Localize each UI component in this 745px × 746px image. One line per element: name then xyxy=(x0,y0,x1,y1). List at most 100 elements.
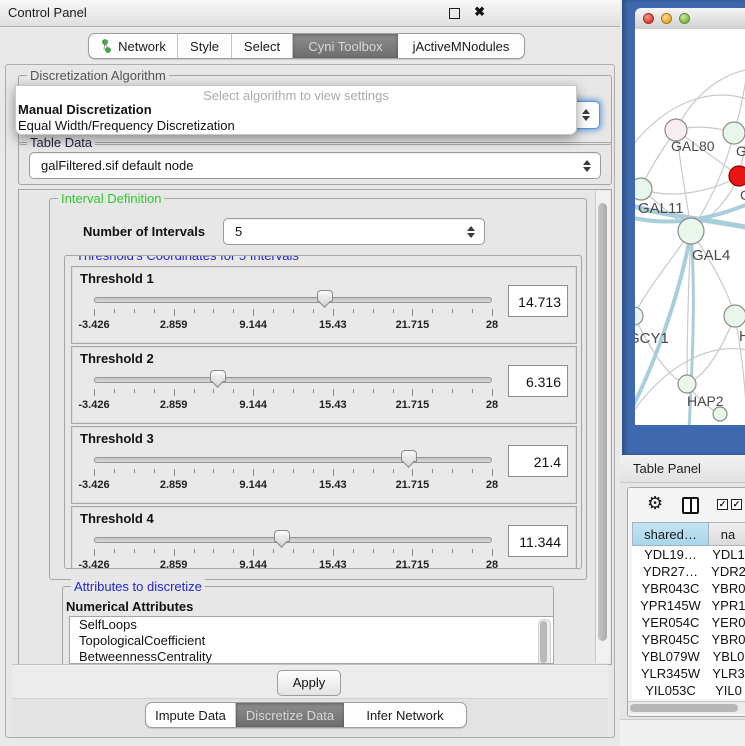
slider-track[interactable] xyxy=(94,297,492,303)
table-row[interactable]: YLR345WYLR3 xyxy=(632,665,745,682)
threshold-value-field[interactable]: 6.316 xyxy=(508,365,568,397)
threshold-value-field[interactable]: 21.4 xyxy=(508,445,568,477)
combo-arrows-icon xyxy=(582,160,591,172)
bottom-tab-infer-network[interactable]: Infer Network xyxy=(344,703,466,727)
slider-track[interactable] xyxy=(94,537,492,543)
table-cell-shared-name[interactable]: YPR145W xyxy=(632,597,709,614)
dropdown-placeholder-option[interactable]: Select algorithm to view settings xyxy=(16,86,576,102)
table-row[interactable]: YBR043CYBR0 xyxy=(632,580,745,597)
attributes-list-scrollbar[interactable] xyxy=(538,619,551,664)
tab-cyni-toolbox[interactable]: Cyni Toolbox xyxy=(293,34,398,58)
close-traffic-light-icon[interactable] xyxy=(643,13,654,24)
threshold-slider[interactable]: -3.4262.8599.14415.4321.71528 xyxy=(94,453,492,499)
dropdown-option-equal-width-frequency[interactable]: Equal Width/Frequency Discretization xyxy=(16,118,576,134)
slider-tick-label: 9.144 xyxy=(239,559,267,569)
network-node-hap2[interactable] xyxy=(678,375,696,393)
table-cell-name[interactable]: YLR3 xyxy=(709,665,745,682)
threshold-value-field[interactable]: 11.344 xyxy=(508,525,568,557)
table-cell-name[interactable]: YBL0 xyxy=(709,648,745,665)
network-node[interactable] xyxy=(713,407,727,421)
threshold-slider[interactable]: -3.4262.8599.14415.4321.71528 xyxy=(94,533,492,569)
table-cell-name[interactable]: YIL0 xyxy=(709,682,745,699)
network-node-gcy1[interactable] xyxy=(635,307,643,325)
table-horizontal-scrollbar[interactable] xyxy=(628,701,745,714)
network-node-gal11[interactable] xyxy=(635,178,652,200)
table-cell-shared-name[interactable]: YBL079W xyxy=(632,648,709,665)
table-row[interactable]: YPR145WYPR1 xyxy=(632,597,745,614)
zoom-traffic-light-icon[interactable] xyxy=(679,13,690,24)
table-cell-shared-name[interactable]: YLR345W xyxy=(632,665,709,682)
table-row[interactable]: YIL053CYIL0 xyxy=(632,682,745,699)
slider-thumb[interactable] xyxy=(274,530,290,542)
network-node-label: GAL11 xyxy=(638,200,684,217)
bottom-tab-impute-data[interactable]: Impute Data xyxy=(146,703,236,727)
network-canvas[interactable]: GAL80GACGAL11GAL4GCY1HHAP2 xyxy=(635,29,745,425)
attributes-group-title: Attributes to discretize xyxy=(71,579,205,594)
attribute-list-item[interactable]: SelfLoops xyxy=(70,617,553,633)
network-node-h[interactable] xyxy=(724,305,745,327)
table-row[interactable]: YBR045CYBR0 xyxy=(632,631,745,648)
checkbox-icon[interactable]: ✓ xyxy=(731,499,742,510)
table-cell-shared-name[interactable]: YER054C xyxy=(632,614,709,631)
minimize-traffic-light-icon[interactable] xyxy=(661,13,672,24)
network-node-gal4[interactable] xyxy=(678,218,704,244)
network-edge[interactable] xyxy=(676,69,745,130)
threshold-label: Threshold 3 xyxy=(80,431,154,446)
attribute-list-item[interactable]: TopologicalCoefficient xyxy=(70,633,553,649)
table-data-combobox[interactable]: galFiltered.sif default node xyxy=(29,152,601,179)
network-node-ga[interactable] xyxy=(723,122,745,144)
network-edge[interactable] xyxy=(641,176,739,194)
column-header-name[interactable]: na xyxy=(709,522,745,546)
table-cell-name[interactable]: YDR2 xyxy=(709,563,745,580)
attribute-list-item[interactable]: BetweennessCentrality xyxy=(70,649,553,664)
threshold-slider[interactable]: -3.4262.8599.14415.4321.71528 xyxy=(94,373,492,419)
tab-jactivemnodules[interactable]: jActiveMNodules xyxy=(398,34,524,58)
table-cell-name[interactable]: YBR0 xyxy=(709,580,745,597)
slider-thumb[interactable] xyxy=(401,450,417,462)
table-row[interactable]: YER054CYER0 xyxy=(632,614,745,631)
slider-track[interactable] xyxy=(94,377,492,383)
network-edge[interactable] xyxy=(635,316,687,384)
network-node-c[interactable] xyxy=(729,166,745,186)
numerical-attributes-label: Numerical Attributes xyxy=(66,599,193,614)
numerical-attributes-list[interactable]: SelfLoopsTopologicalCoefficientBetweenne… xyxy=(69,616,554,664)
bottom-tab-discretize-data[interactable]: Discretize Data xyxy=(236,703,344,727)
table-cell-shared-name[interactable]: YDL19… xyxy=(632,546,709,563)
slider-thumb[interactable] xyxy=(210,370,226,382)
slider-tick xyxy=(213,309,214,313)
table-cell-shared-name[interactable]: YBR045C xyxy=(632,631,709,648)
network-window-titlebar[interactable] xyxy=(635,8,745,30)
network-edge[interactable] xyxy=(691,231,735,316)
gear-icon[interactable]: ⚙ xyxy=(647,494,663,512)
table-cell-shared-name[interactable]: YBR043C xyxy=(632,580,709,597)
table-cell-shared-name[interactable]: YDR27… xyxy=(632,563,709,580)
tab-select[interactable]: Select xyxy=(232,34,293,58)
settings-vertical-scrollbar[interactable] xyxy=(595,191,610,663)
dropdown-option-manual-discretization[interactable]: Manual Discretization xyxy=(16,102,576,118)
table-row[interactable]: YDL19…YDL1 xyxy=(632,546,745,563)
float-window-icon[interactable] xyxy=(449,8,460,19)
split-columns-icon[interactable] xyxy=(682,497,699,514)
column-header-shared-name[interactable]: shared… xyxy=(632,522,709,546)
close-icon[interactable]: ✖ xyxy=(474,4,485,20)
slider-tick xyxy=(194,309,195,313)
slider-track[interactable] xyxy=(94,457,492,463)
table-row[interactable]: YBL079WYBL0 xyxy=(632,648,745,665)
table-cell-name[interactable]: YDL1 xyxy=(709,546,745,563)
network-node-label: GAL4 xyxy=(692,247,730,264)
table-row[interactable]: YDR27…YDR2 xyxy=(632,563,745,580)
table-cell-shared-name[interactable]: YIL053C xyxy=(632,682,709,699)
slider-thumb[interactable] xyxy=(317,290,333,302)
table-cell-name[interactable]: YBR0 xyxy=(709,631,745,648)
table-cell-name[interactable]: YPR1 xyxy=(709,597,745,614)
slider-tick-label: -3.426 xyxy=(78,399,109,411)
threshold-value-field[interactable]: 14.713 xyxy=(508,285,568,317)
slider-tick xyxy=(154,549,155,553)
threshold-slider[interactable]: -3.4262.8599.14415.4321.71528 xyxy=(94,293,492,339)
apply-button[interactable]: Apply xyxy=(277,670,341,696)
checkbox-icon[interactable]: ✓ xyxy=(717,499,728,510)
tab-network[interactable]: Network xyxy=(89,34,178,58)
tab-style[interactable]: Style xyxy=(178,34,232,58)
num-intervals-combobox[interactable]: 5 xyxy=(223,218,485,245)
table-cell-name[interactable]: YER0 xyxy=(709,614,745,631)
